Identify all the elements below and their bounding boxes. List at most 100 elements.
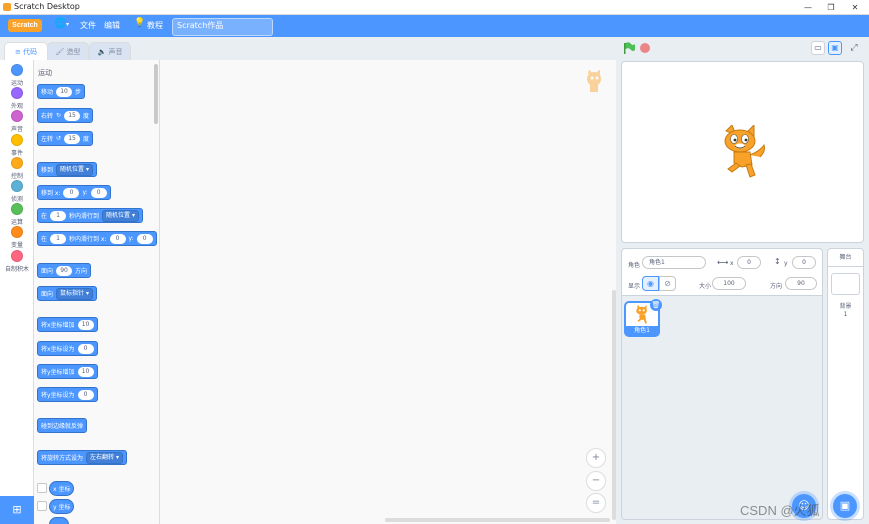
large-stage-button[interactable]: ▣ <box>828 41 842 55</box>
block-input[interactable]: 10 <box>56 86 73 97</box>
block-set-x[interactable]: 将x坐标设为 0 <box>37 341 98 356</box>
block-dropdown[interactable]: 左右翻转 ▾ <box>86 451 123 464</box>
block-bounce-on-edge[interactable]: 碰到边缘就反弹 <box>37 418 88 433</box>
backdrop-thumbnail[interactable] <box>831 273 860 295</box>
block-dropdown[interactable]: 鼠标指针 ▾ <box>56 287 93 300</box>
category-operators[interactable]: 运算 <box>0 203 34 226</box>
block-text: y: <box>128 235 134 242</box>
block-palette: 运动 移动 10 步 右转 ↻ 15 度 左转 ↺ 15 度 移到 随机位置 ▾ 移到 x: 0 y:… <box>34 60 160 524</box>
block-input[interactable]: 0 <box>77 389 94 400</box>
language-globe-icon[interactable]: 🌐 <box>54 18 66 29</box>
block-input[interactable]: 10 <box>77 366 94 377</box>
tab-costumes[interactable]: 🖌 造型 <box>47 42 89 60</box>
fullscreen-button[interactable]: ⤢ <box>847 41 861 55</box>
category-sound[interactable]: 声音 <box>0 110 34 133</box>
stop-icon[interactable] <box>640 43 650 53</box>
stage-pane[interactable]: 舞台 背景 1 <box>827 248 864 520</box>
zoom-in-button[interactable]: + <box>586 448 606 468</box>
delete-sprite-button[interactable]: 🗑 <box>650 299 662 311</box>
category-my-blocks[interactable]: 自制积木 <box>0 250 34 273</box>
category-label: 事件 <box>10 150 23 157</box>
y-arrows-icon: ↕ <box>774 257 781 266</box>
add-extension-button[interactable]: ⊞ <box>0 496 34 524</box>
block-dropdown[interactable]: 随机位置 ▾ <box>102 209 139 222</box>
script-horizontal-scrollbar[interactable] <box>385 518 610 522</box>
scratch-logo[interactable]: Scratch <box>8 19 42 32</box>
block-set-y[interactable]: 将y坐标设为 0 <box>37 387 98 402</box>
scratch-cat-sprite[interactable] <box>720 125 768 181</box>
block-input[interactable]: 1 <box>50 233 67 244</box>
block-input[interactable]: 15 <box>64 133 81 144</box>
tab-sounds[interactable]: 🔈 声音 <box>89 42 131 60</box>
block-input[interactable]: 0 <box>136 233 153 244</box>
tutorials-lightbulb-icon[interactable]: 💡 <box>134 18 145 28</box>
block-goto-xy[interactable]: 移到 x: 0 y: 0 <box>37 185 111 200</box>
menu-edit[interactable]: 编辑 <box>104 20 120 31</box>
checkbox-x-position[interactable] <box>37 483 47 493</box>
category-sensing[interactable]: 侦测 <box>0 180 34 203</box>
hide-sprite-button[interactable]: ⊘ <box>659 276 676 291</box>
zoom-out-button[interactable]: − <box>586 471 606 491</box>
block-input[interactable]: 0 <box>63 187 80 198</box>
category-control[interactable]: 控制 <box>0 157 34 180</box>
block-change-y[interactable]: 将y坐标增加 10 <box>37 364 98 379</box>
size-input[interactable]: 100 <box>712 277 746 290</box>
category-events[interactable]: 事件 <box>0 134 34 157</box>
script-vertical-scrollbar[interactable] <box>612 290 616 520</box>
stage-canvas[interactable] <box>621 61 864 243</box>
stage-header: ▭ ▣ ⤢ <box>616 37 869 60</box>
block-move-steps[interactable]: 移动 10 步 <box>37 84 86 99</box>
category-motion[interactable]: 运动 <box>0 64 34 87</box>
checkbox-y-position[interactable] <box>37 501 47 511</box>
direction-input[interactable]: 90 <box>785 277 817 290</box>
category-label: 声音 <box>10 126 23 133</box>
zoom-reset-button[interactable]: = <box>586 493 606 513</box>
menu-tutorials[interactable]: 教程 <box>147 20 163 31</box>
block-input[interactable]: 90 <box>56 265 73 276</box>
block-point-towards[interactable]: 面向 鼠标指针 ▾ <box>37 286 97 301</box>
block-input[interactable]: 1 <box>50 210 67 221</box>
block-set-rotation-style[interactable]: 将旋转方式设为 左右翻转 ▾ <box>37 450 127 465</box>
add-backdrop-button[interactable]: ▣ <box>833 494 857 518</box>
small-stage-button[interactable]: ▭ <box>811 41 825 55</box>
reporter-x-position[interactable]: x 坐标 <box>49 481 75 496</box>
block-point-direction[interactable]: 面向 90 方向 <box>37 263 92 278</box>
close-button[interactable]: ✕ <box>842 1 868 14</box>
backdrops-label: 背景 <box>839 303 852 310</box>
block-turn-right[interactable]: 右转 ↻ 15 度 <box>37 108 94 123</box>
category-looks[interactable]: 外观 <box>0 87 34 110</box>
reporter-direction[interactable] <box>49 517 69 524</box>
green-flag-icon[interactable] <box>623 42 635 54</box>
reporter-y-position[interactable]: y 坐标 <box>49 499 75 514</box>
block-input[interactable]: 15 <box>64 110 81 121</box>
y-position-input[interactable]: 0 <box>792 256 816 269</box>
block-dropdown[interactable]: 随机位置 ▾ <box>56 163 93 176</box>
category-variables[interactable]: 变量 <box>0 226 34 249</box>
block-goto[interactable]: 移到 随机位置 ▾ <box>37 162 97 177</box>
x-position-input[interactable]: 0 <box>737 256 761 269</box>
eye-closed-icon: ⊘ <box>664 279 671 288</box>
sprite-info-panel: 角色 角色1 ⟷ x 0 ↕ y 0 显示 ◉ ⊘ 大小 100 方向 90 <box>621 248 823 296</box>
project-title-input[interactable]: Scratch作品 <box>172 18 273 36</box>
sprite-ghost-icon <box>587 70 601 92</box>
tab-code[interactable]: ≡ 代码 <box>4 42 48 60</box>
sprite-tile-label: 角色1 <box>626 326 658 336</box>
show-sprite-button[interactable]: ◉ <box>642 276 659 291</box>
brush-icon: 🖌 <box>55 48 67 56</box>
block-input[interactable]: 10 <box>77 319 94 330</box>
palette-scrollbar[interactable] <box>154 64 158 124</box>
block-glide-xy[interactable]: 在 1 秒内滑行到 x: 0 y: 0 <box>37 231 157 246</box>
block-glide[interactable]: 在 1 秒内滑行到 随机位置 ▾ <box>37 208 143 223</box>
maximize-button[interactable]: ❐ <box>818 1 844 14</box>
sprite-name-input[interactable]: 角色1 <box>642 256 706 269</box>
block-change-x[interactable]: 将x坐标增加 10 <box>37 317 98 332</box>
category-label: 自制积木 <box>4 266 29 273</box>
block-input[interactable]: 0 <box>90 187 107 198</box>
menu-file[interactable]: 文件 <box>80 20 96 31</box>
block-text: y 坐标 <box>53 504 71 511</box>
script-area[interactable]: + − = <box>160 60 616 524</box>
block-input[interactable]: 0 <box>77 343 94 354</box>
block-input[interactable]: 0 <box>109 233 126 244</box>
block-text: 将x坐标增加 <box>41 322 75 329</box>
block-turn-left[interactable]: 左转 ↺ 15 度 <box>37 131 94 146</box>
